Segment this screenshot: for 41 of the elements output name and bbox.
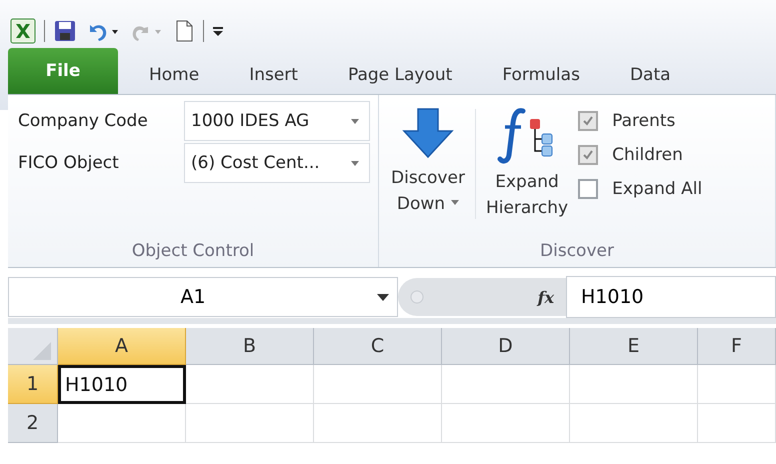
ribbon-tab[interactable]: Formulas: [477, 56, 605, 94]
dropdown-field[interactable]: (6) Cost Cent...: [184, 143, 370, 183]
excel-logo-icon[interactable]: [10, 18, 36, 44]
discover-down-button[interactable]: Discover Down: [387, 99, 469, 241]
column-header[interactable]: A: [58, 328, 186, 365]
checkbox-label: Children: [612, 145, 683, 165]
group-label: Discover: [539, 241, 615, 263]
checkmark-icon: [581, 148, 596, 162]
formula-input-field[interactable]: H1010: [566, 276, 776, 318]
column-header[interactable]: E: [570, 328, 698, 365]
row-header[interactable]: 2: [8, 404, 58, 443]
insert-function-button[interactable]: fx: [538, 288, 554, 306]
checkbox[interactable]: [578, 179, 598, 199]
expand-hierarchy-button[interactable]: Expand Hierarchy: [482, 99, 572, 241]
ribbon-tab[interactable]: Data: [604, 56, 696, 94]
save-icon[interactable]: [53, 19, 77, 43]
group-label: Object Control: [130, 241, 256, 263]
checkbox-label: Expand All: [612, 179, 702, 199]
ribbon-tab[interactable]: Page Layout: [322, 56, 478, 94]
ribbon-tab[interactable]: Home: [124, 56, 224, 94]
column-header[interactable]: F: [698, 328, 776, 365]
column-header[interactable]: B: [186, 328, 314, 365]
triangle-icon: [33, 342, 51, 360]
column-header[interactable]: D: [442, 328, 570, 365]
file-tab[interactable]: File: [8, 48, 118, 94]
dropdown-caret-icon: [451, 200, 460, 204]
dropdown-field[interactable]: 1000 IDES AG: [184, 101, 370, 141]
ribbon-tab[interactable]: Insert: [224, 56, 323, 94]
customize-toolbar-icon[interactable]: [212, 24, 224, 38]
dropdown-caret-icon: [351, 160, 359, 166]
field-label: FICO Object: [18, 153, 120, 173]
name-box[interactable]: A1: [8, 277, 398, 317]
checkmark-icon: [581, 114, 596, 128]
column-header[interactable]: C: [314, 328, 442, 365]
field-label: Company Code: [18, 111, 149, 131]
resize-handle-icon[interactable]: [410, 290, 424, 304]
checkbox-label: Parents: [612, 111, 676, 131]
row-header[interactable]: 1: [8, 365, 58, 404]
dropdown-caret-icon: [351, 118, 359, 124]
dropdown-caret-icon: [377, 294, 389, 300]
table-cell: H1010: [58, 365, 186, 404]
